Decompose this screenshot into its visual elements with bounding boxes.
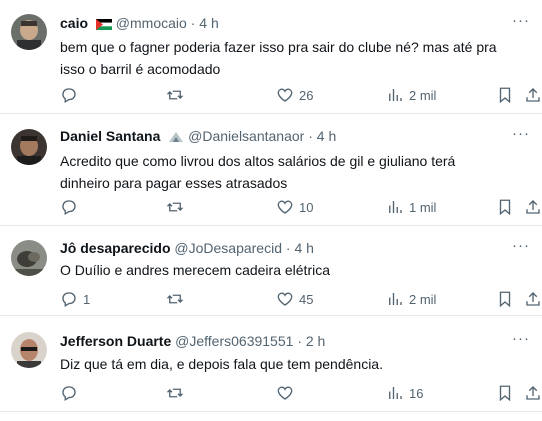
display-name[interactable]: Daniel Santana xyxy=(60,128,160,144)
views-button[interactable]: 2 mil xyxy=(386,84,436,106)
like-count: 45 xyxy=(299,291,314,307)
bookmark-icon xyxy=(499,385,511,402)
view-count: 16 xyxy=(409,385,424,401)
tweet-actions: 16 xyxy=(60,382,540,404)
view-count: 2 mil xyxy=(409,87,437,103)
tweet[interactable]: Daniel Santana @Danielsantanaor · 4 h ··… xyxy=(0,113,542,226)
display-name[interactable]: caio xyxy=(60,15,88,31)
tweet-text: O Duílio e andres merecem cadeira elétri… xyxy=(60,262,331,278)
views-icon xyxy=(389,387,402,399)
more-options-icon[interactable]: ··· xyxy=(512,237,530,255)
share-button[interactable] xyxy=(524,382,542,404)
avatar[interactable] xyxy=(11,14,47,50)
like-button[interactable]: 26 xyxy=(276,84,313,106)
share-icon xyxy=(526,88,540,102)
bookmark-icon xyxy=(499,291,511,308)
bookmark-button[interactable] xyxy=(496,382,514,404)
user-handle[interactable]: @Danielsantanaor xyxy=(188,128,304,144)
retweet-icon xyxy=(167,294,183,304)
share-button[interactable] xyxy=(524,288,542,310)
like-button[interactable]: 45 xyxy=(276,288,313,310)
display-name[interactable]: Jefferson Duarte xyxy=(60,333,171,349)
heart-icon xyxy=(277,292,293,306)
reply-icon xyxy=(62,200,76,215)
like-button[interactable] xyxy=(276,382,299,404)
share-button[interactable] xyxy=(524,196,542,218)
heart-icon xyxy=(277,200,293,214)
more-options-icon[interactable]: ··· xyxy=(512,125,530,143)
timestamp[interactable]: 4 h xyxy=(199,15,218,31)
share-icon xyxy=(526,200,540,214)
retweet-icon xyxy=(167,388,183,398)
user-handle[interactable]: @JoDesaparecid xyxy=(174,240,282,256)
avatar[interactable] xyxy=(11,129,47,165)
separator: · xyxy=(190,15,196,31)
reply-icon xyxy=(62,292,76,307)
tweet-actions: 1 45 2 mil xyxy=(60,288,540,310)
share-icon xyxy=(526,386,540,400)
share-icon xyxy=(526,292,540,306)
tweet-header: caio @mmocaio · 4 h xyxy=(60,14,219,34)
more-options-icon[interactable]: ··· xyxy=(512,12,530,30)
retweet-icon xyxy=(167,90,183,100)
tweet-text: Diz que tá em dia, e depois fala que tem… xyxy=(60,356,383,372)
retweet-button[interactable] xyxy=(166,288,184,310)
tweet-header: Jefferson Duarte @Jeffers06391551 · 2 h xyxy=(60,332,325,350)
reply-button[interactable] xyxy=(60,196,83,218)
badge-icon xyxy=(168,129,184,147)
share-button[interactable] xyxy=(524,84,542,106)
bookmark-icon xyxy=(499,87,511,104)
retweet-icon xyxy=(167,202,183,212)
views-icon xyxy=(389,201,402,213)
avatar[interactable] xyxy=(11,332,47,368)
reply-icon xyxy=(62,88,76,103)
retweet-button[interactable] xyxy=(166,196,184,218)
views-icon xyxy=(389,89,402,101)
timestamp[interactable]: 4 h xyxy=(294,240,313,256)
retweet-button[interactable] xyxy=(166,84,184,106)
views-button[interactable]: 16 xyxy=(386,382,423,404)
separator: · xyxy=(285,240,291,256)
bookmark-icon xyxy=(499,199,511,216)
user-handle[interactable]: @mmocaio xyxy=(116,15,187,31)
tweet-header: Daniel Santana @Danielsantanaor · 4 h xyxy=(60,127,336,147)
reply-count: 1 xyxy=(83,291,91,307)
like-count: 10 xyxy=(299,199,314,215)
user-handle[interactable]: @Jeffers06391551 xyxy=(175,333,293,349)
view-count: 1 mil xyxy=(409,199,437,215)
heart-icon xyxy=(277,88,293,102)
view-count: 2 mil xyxy=(409,291,437,307)
retweet-button[interactable] xyxy=(166,382,184,404)
bookmark-button[interactable] xyxy=(496,288,514,310)
display-name[interactable]: Jô desaparecido xyxy=(60,240,171,256)
tweet[interactable]: Jô desaparecido @JoDesaparecid · 4 h ···… xyxy=(0,225,542,316)
separator: · xyxy=(297,333,302,349)
reply-button[interactable] xyxy=(60,84,83,106)
reply-button[interactable] xyxy=(60,382,83,404)
views-button[interactable]: 2 mil xyxy=(386,288,436,310)
tweet[interactable]: Jefferson Duarte @Jeffers06391551 · 2 h … xyxy=(0,315,542,412)
separator: · xyxy=(308,128,313,144)
avatar[interactable] xyxy=(11,240,47,276)
bookmark-button[interactable] xyxy=(496,196,514,218)
like-button[interactable]: 10 xyxy=(276,196,313,218)
timestamp[interactable]: 2 h xyxy=(306,333,325,349)
tweet-actions: 10 1 mil xyxy=(60,196,540,218)
timestamp[interactable]: 4 h xyxy=(317,128,336,144)
reply-icon xyxy=(62,386,76,401)
more-options-icon[interactable]: ··· xyxy=(512,330,530,348)
tweet-text: bem que o fagner poderia fazer isso pra … xyxy=(60,39,497,77)
heart-icon xyxy=(277,386,293,400)
views-icon xyxy=(389,293,402,305)
views-button[interactable]: 1 mil xyxy=(386,196,436,218)
tweet-header: Jô desaparecido @JoDesaparecid · 4 h xyxy=(60,239,314,257)
palestine-flag-icon xyxy=(95,16,112,34)
tweet-actions: 26 2 mil xyxy=(60,84,540,106)
bookmark-button[interactable] xyxy=(496,84,514,106)
tweet-text: Acredito que como livrou dos altos salár… xyxy=(60,153,456,191)
reply-button[interactable]: 1 xyxy=(60,288,90,310)
like-count: 26 xyxy=(299,87,314,103)
tweet[interactable]: caio @mmocaio · 4 h ··· bem que o fagner… xyxy=(0,0,542,114)
